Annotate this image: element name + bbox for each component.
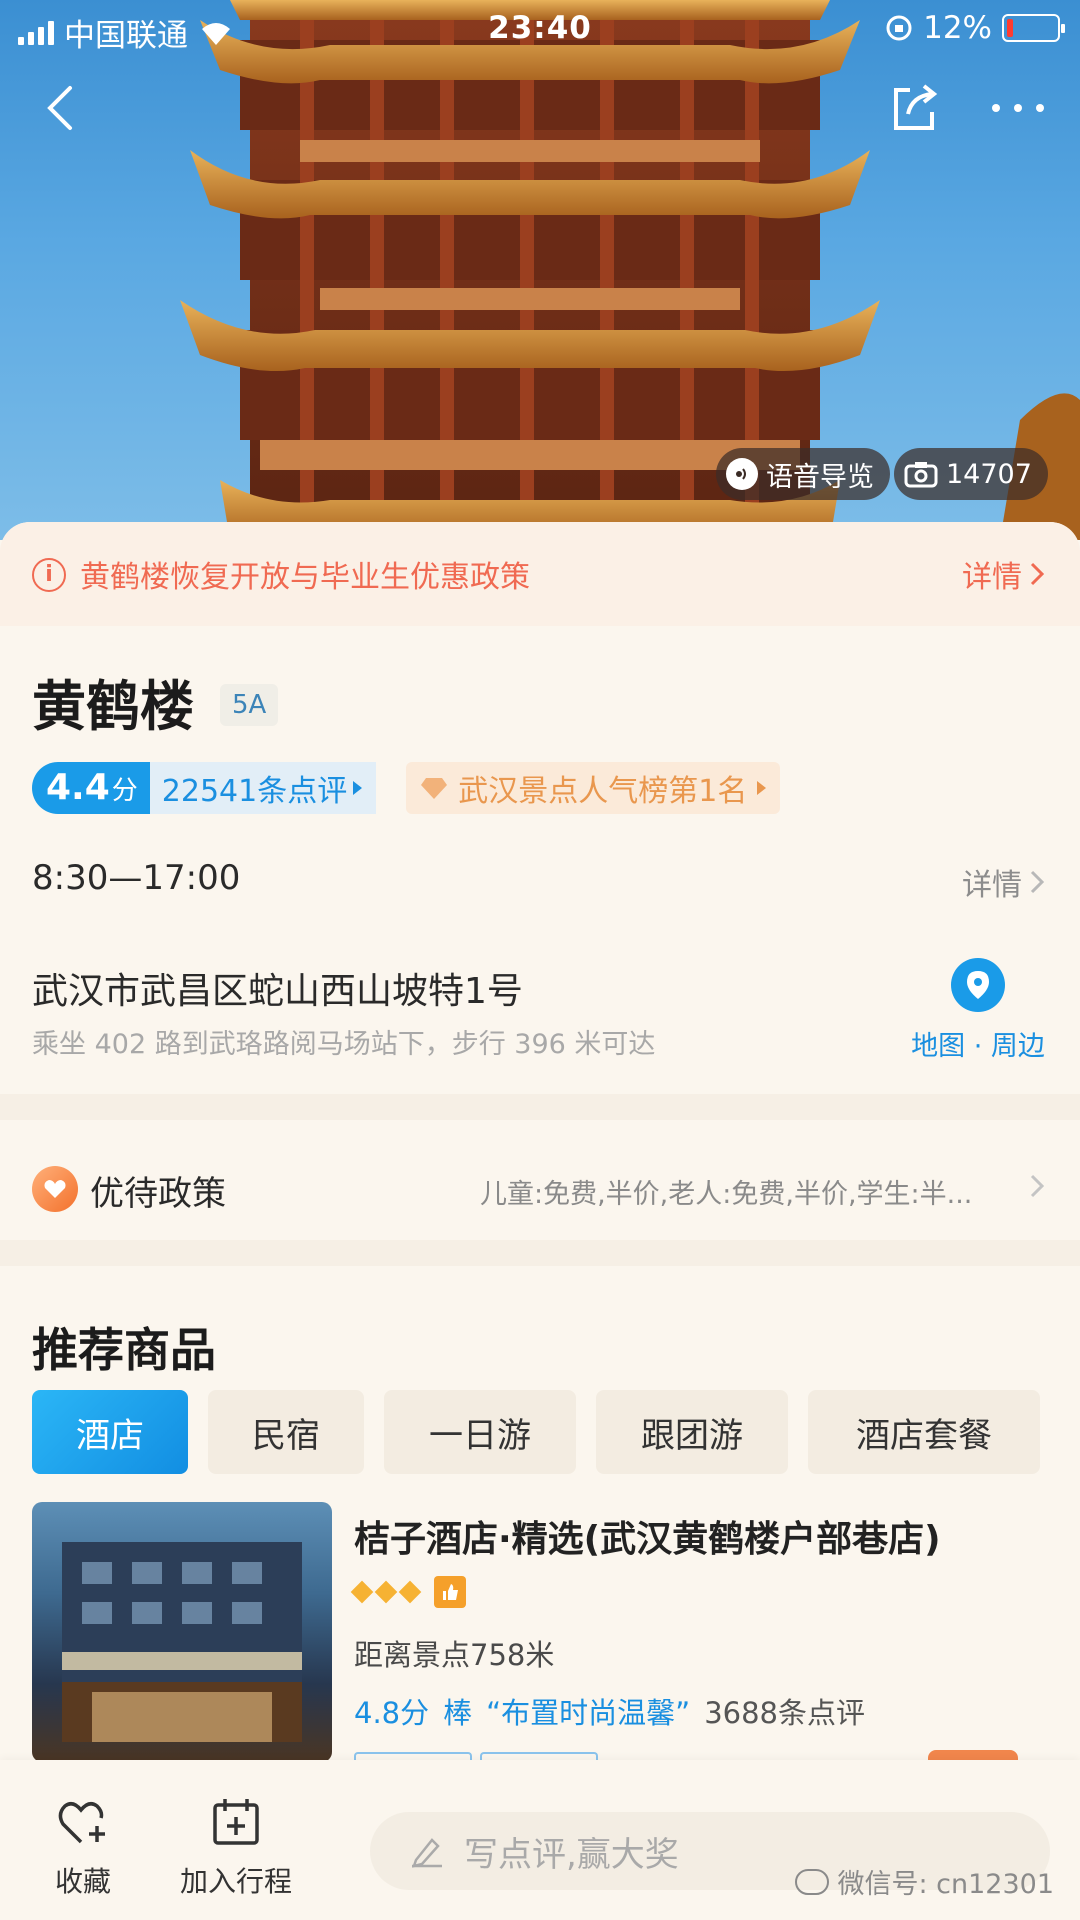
attraction-name: 黄鹤楼	[32, 675, 194, 738]
chevron-right-icon	[1030, 870, 1044, 894]
add-trip-button[interactable]: 加入行程	[176, 1794, 296, 1900]
score-value: 4.4	[46, 767, 110, 808]
audio-guide-icon	[726, 458, 758, 490]
address[interactable]: 武汉市武昌区蛇山西山坡特1号	[32, 962, 523, 1014]
policy-description: 儿童:免费,半价,老人:免费,半价,学生:半...	[480, 1179, 973, 1210]
triangle-right-icon	[757, 781, 767, 795]
hours-details-label: 详情	[962, 868, 1022, 903]
notice-text: 黄鹤楼恢复开放与毕业生优惠政策	[80, 560, 530, 595]
detail-sheet: i 黄鹤楼恢复开放与毕业生优惠政策 详情 黄鹤楼 5A 4.4 分 22541条…	[0, 522, 1080, 1920]
watermark-text: 微信号: cn12301	[837, 1869, 1054, 1900]
map-nearby-button[interactable]: 地图 · 周边	[908, 958, 1048, 1063]
diamond-icon	[398, 1580, 422, 1604]
notice-details-label: 详情	[962, 560, 1022, 595]
section-divider	[0, 1240, 1080, 1266]
tab-day-tour[interactable]: 一日游	[384, 1390, 576, 1474]
chevron-right-icon	[1030, 1174, 1044, 1198]
score-badge: 4.4 分	[32, 762, 150, 814]
thumbs-up-icon	[434, 1576, 466, 1608]
battery-percent: 12%	[923, 10, 992, 46]
reviews-link[interactable]: 22541条点评	[149, 762, 377, 814]
section-divider	[0, 1094, 1080, 1120]
tab-homestay[interactable]: 民宿	[208, 1390, 364, 1474]
hotel-name: 桔子酒店·精选(武汉黄鹤楼户部巷店)	[354, 1519, 941, 1560]
diamond-icon	[421, 778, 448, 799]
opening-hours: 8:30—17:00	[32, 858, 241, 898]
ranking-text: 武汉景点人气榜第1名	[458, 774, 748, 809]
more-button[interactable]	[986, 76, 1050, 140]
level-badge: 5A	[220, 683, 279, 726]
map-label: 地图 · 周边	[911, 1031, 1045, 1062]
title-row: 黄鹤楼 5A	[32, 662, 279, 741]
share-icon	[894, 84, 938, 130]
preferential-policy-row[interactable]: 优待政策 儿童:免费,半价,老人:免费,半价,学生:半...	[0, 1122, 1080, 1252]
score-unit: 分	[111, 776, 138, 806]
wechat-watermark: 微信号: cn12301	[795, 1862, 1054, 1901]
share-button[interactable]	[882, 76, 946, 140]
hotel-rating-badges	[350, 1576, 466, 1608]
bottom-action-bar: 收藏 加入行程 写点评,赢大奖 微信号: cn12301	[0, 1760, 1080, 1920]
chevron-right-icon	[1030, 562, 1044, 586]
photo-gallery-button[interactable]: 14707	[894, 448, 1048, 500]
review-placeholder: 写点评,赢大奖	[464, 1834, 679, 1875]
rotation-lock-icon	[886, 15, 912, 41]
hotel-quality: 棒	[443, 1696, 473, 1730]
triangle-right-icon	[353, 781, 363, 795]
diamond-icon	[374, 1580, 398, 1604]
tab-hotel-package[interactable]: 酒店套餐	[808, 1390, 1040, 1474]
hours-details-link[interactable]: 详情	[962, 860, 1044, 904]
audio-guide-label: 语音导览	[766, 461, 874, 493]
hotel-quote: “布置时尚温馨”	[486, 1696, 691, 1730]
calendar-add-icon	[176, 1794, 296, 1850]
chevron-left-icon	[47, 86, 72, 130]
hotel-photo	[32, 1502, 332, 1762]
location-pin-icon	[951, 958, 1005, 1012]
hotel-card[interactable]: 桔子酒店·精选(武汉黄鹤楼户部巷店) 距离景点758米 4.8分 棒 “布置时尚…	[32, 1502, 1048, 1772]
rating-row[interactable]: 4.4 分 22541条点评 武汉景点人气榜第1名	[32, 762, 781, 814]
hotel-score: 4.8分	[354, 1696, 430, 1730]
ranking-link[interactable]: 武汉景点人气榜第1名	[406, 762, 781, 814]
camera-icon	[904, 462, 938, 488]
heart-badge-icon	[32, 1166, 78, 1212]
wechat-icon	[795, 1868, 830, 1895]
tab-hotel[interactable]: 酒店	[32, 1390, 188, 1474]
hotel-score-row: 4.8分 棒 “布置时尚温馨” 3688条点评	[354, 1690, 865, 1732]
product-tabs: 酒店 民宿 一日游 跟团游 酒店套餐	[32, 1390, 1040, 1474]
info-icon: i	[32, 558, 66, 592]
add-trip-label: 加入行程	[179, 1865, 292, 1898]
reviews-count: 22541条点评	[161, 774, 348, 809]
transit-info: 乘坐 402 路到武珞路阅马场站下，步行 396 米可达	[32, 1029, 656, 1060]
battery-icon	[1002, 14, 1065, 42]
back-button[interactable]	[28, 76, 92, 140]
hotel-reviews: 3688条点评	[704, 1696, 866, 1730]
heart-plus-icon	[48, 1794, 118, 1850]
recommend-title: 推荐商品	[32, 1323, 216, 1377]
notice-banner[interactable]: i 黄鹤楼恢复开放与毕业生优惠政策 详情	[0, 522, 1080, 626]
audio-guide-button[interactable]: 语音导览	[716, 448, 890, 500]
favorite-label: 收藏	[54, 1865, 111, 1898]
favorite-button[interactable]: 收藏	[48, 1794, 118, 1900]
hotel-distance: 距离景点758米	[354, 1638, 555, 1672]
status-bar: 中国联通 23:40 12%	[0, 0, 1080, 56]
more-dots-icon	[992, 104, 1044, 112]
diamond-icon	[350, 1580, 374, 1604]
policy-title: 优待政策	[90, 1174, 226, 1214]
photo-count: 14707	[946, 458, 1032, 490]
tab-group-tour[interactable]: 跟团游	[596, 1390, 788, 1474]
notice-details-link[interactable]: 详情	[962, 552, 1044, 596]
hero-banner[interactable]: 中国联通 23:40 12% 语音导览 14707	[0, 0, 1080, 540]
pencil-icon	[412, 1838, 442, 1868]
